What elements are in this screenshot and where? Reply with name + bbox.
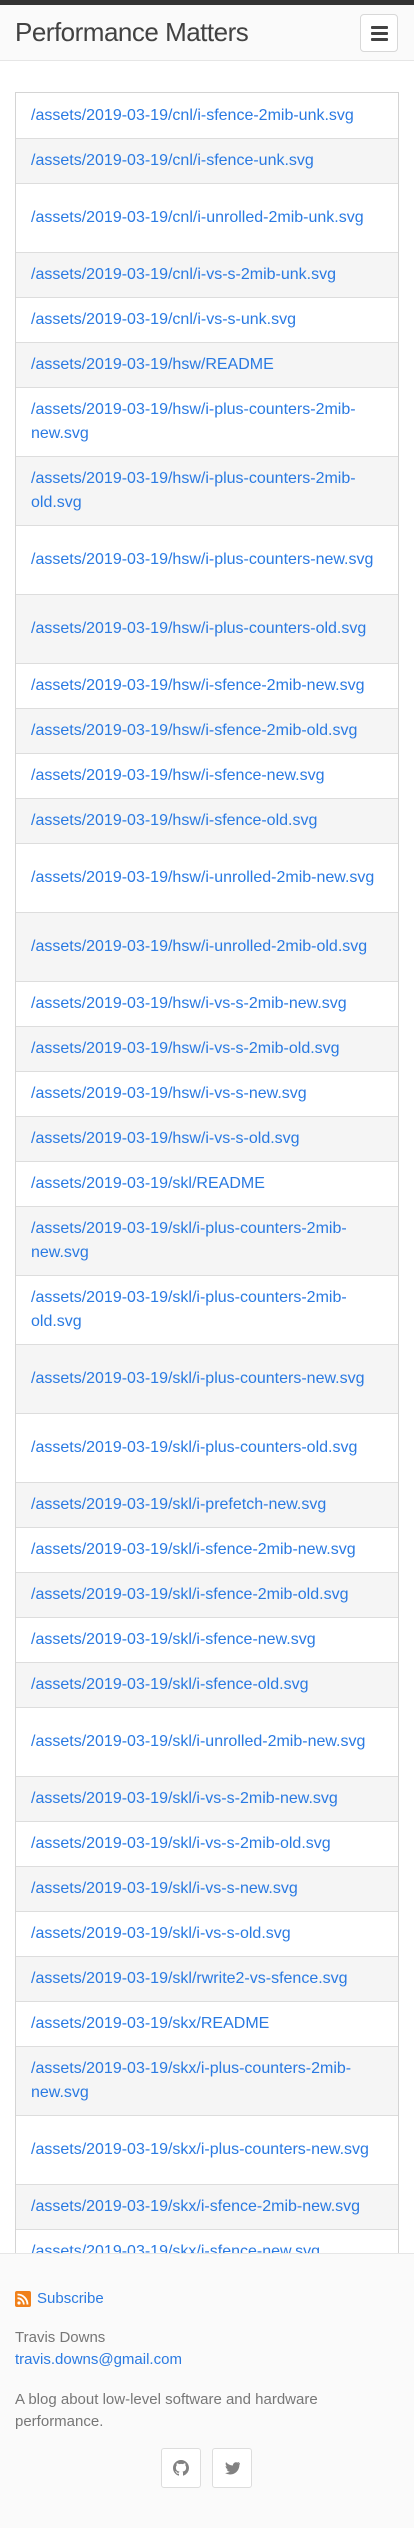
file-link[interactable]: /assets/2019-03-19/hsw/i-vs-s-2mib-old.s… [31,1037,340,1061]
file-link[interactable]: /assets/2019-03-19/skl/i-plus-counters-o… [31,1436,357,1460]
file-row: /assets/2019-03-19/hsw/i-vs-s-2mib-new.s… [16,981,398,1026]
file-link[interactable]: /assets/2019-03-19/hsw/i-sfence-2mib-new… [31,674,365,698]
file-row: /assets/2019-03-19/skl/README [16,1161,398,1206]
file-row: /assets/2019-03-19/hsw/i-sfence-new.svg [16,753,398,798]
file-row: /assets/2019-03-19/hsw/README [16,342,398,387]
file-row: /assets/2019-03-19/cnl/i-vs-s-2mib-unk.s… [16,252,398,297]
hamburger-icon-bar [371,38,388,41]
file-link[interactable]: /assets/2019-03-19/skl/i-vs-s-old.svg [31,1922,291,1946]
file-row: /assets/2019-03-19/hsw/i-vs-s-old.svg [16,1116,398,1161]
file-link[interactable]: /assets/2019-03-19/skl/i-vs-s-2mib-old.s… [31,1832,331,1856]
file-row: /assets/2019-03-19/skx/i-plus-counters-2… [16,2046,398,2115]
file-row: /assets/2019-03-19/skl/i-plus-counters-2… [16,1275,398,1344]
file-link[interactable]: /assets/2019-03-19/skl/i-sfence-old.svg [31,1673,308,1697]
file-list: /assets/2019-03-19/cnl/i-sfence-2mib-unk… [15,92,399,2434]
file-row: /assets/2019-03-19/skl/i-sfence-2mib-new… [16,1527,398,1572]
file-row: /assets/2019-03-19/hsw/i-plus-counters-2… [16,456,398,525]
file-row: /assets/2019-03-19/skl/i-plus-counters-o… [16,1413,398,1482]
author-name: Travis Downs [15,2329,106,2346]
file-link[interactable]: /assets/2019-03-19/hsw/i-plus-counters-n… [31,548,373,572]
file-row: /assets/2019-03-19/skl/i-vs-s-2mib-new.s… [16,1776,398,1821]
file-row: /assets/2019-03-19/skl/i-vs-s-new.svg [16,1866,398,1911]
twitter-button[interactable] [212,2448,252,2488]
file-link[interactable]: /assets/2019-03-19/hsw/i-sfence-old.svg [31,809,317,833]
github-button[interactable] [161,2448,201,2488]
file-row: /assets/2019-03-19/hsw/i-sfence-2mib-old… [16,708,398,753]
file-row: /assets/2019-03-19/skl/rwrite2-vs-sfence… [16,1956,398,2001]
file-link[interactable]: /assets/2019-03-19/skl/i-plus-counters-2… [31,1217,383,1265]
file-link[interactable]: /assets/2019-03-19/cnl/i-vs-s-2mib-unk.s… [31,263,336,287]
hamburger-icon-bar [371,32,388,35]
file-link[interactable]: /assets/2019-03-19/skx/README [31,2012,269,2036]
github-icon [173,2460,189,2476]
file-link[interactable]: /assets/2019-03-19/cnl/i-unrolled-2mib-u… [31,206,364,230]
subscribe-label[interactable]: Subscribe [37,2290,104,2307]
file-link[interactable]: /assets/2019-03-19/skl/i-vs-s-new.svg [31,1877,298,1901]
file-link[interactable]: /assets/2019-03-19/cnl/i-sfence-2mib-unk… [31,104,354,128]
file-link[interactable]: /assets/2019-03-19/skl/i-plus-counters-2… [31,1286,383,1334]
file-row: /assets/2019-03-19/hsw/i-vs-s-new.svg [16,1071,398,1116]
site-description: A blog about low-level software and hard… [15,2391,318,2430]
file-row: /assets/2019-03-19/hsw/i-unrolled-2mib-o… [16,912,398,981]
file-link[interactable]: /assets/2019-03-19/hsw/README [31,353,274,377]
file-row: /assets/2019-03-19/skl/i-sfence-old.svg [16,1662,398,1707]
hamburger-icon [371,26,388,29]
file-row: /assets/2019-03-19/skx/README [16,2001,398,2046]
file-row: /assets/2019-03-19/skl/i-vs-s-2mib-old.s… [16,1821,398,1866]
file-row: /assets/2019-03-19/skx/i-plus-counters-n… [16,2115,398,2184]
file-row: /assets/2019-03-19/skl/i-plus-counters-2… [16,1206,398,1275]
file-link[interactable]: /assets/2019-03-19/skl/README [31,1172,265,1196]
subscribe-link[interactable]: Subscribe [15,2290,104,2307]
file-link[interactable]: /assets/2019-03-19/skx/i-sfence-2mib-new… [31,2195,360,2219]
site-footer: Subscribe Travis Downs travis.downs@gmai… [0,2253,414,2528]
file-link[interactable]: /assets/2019-03-19/cnl/i-sfence-unk.svg [31,149,314,173]
file-link[interactable]: /assets/2019-03-19/hsw/i-sfence-new.svg [31,764,324,788]
file-link[interactable]: /assets/2019-03-19/skl/i-sfence-new.svg [31,1628,316,1652]
file-link[interactable]: /assets/2019-03-19/hsw/i-unrolled-2mib-n… [31,866,374,890]
file-row: /assets/2019-03-19/skl/i-unrolled-2mib-n… [16,1707,398,1776]
file-link[interactable]: /assets/2019-03-19/skl/i-plus-counters-n… [31,1367,365,1391]
rss-icon [15,2290,31,2307]
site-title[interactable]: Performance Matters [15,17,249,48]
file-link[interactable]: /assets/2019-03-19/hsw/i-vs-s-2mib-new.s… [31,992,347,1016]
file-link[interactable]: /assets/2019-03-19/hsw/i-sfence-2mib-old… [31,719,357,743]
file-row: /assets/2019-03-19/skx/i-sfence-2mib-new… [16,2184,398,2229]
file-row: /assets/2019-03-19/hsw/i-plus-counters-n… [16,525,398,594]
file-link[interactable]: /assets/2019-03-19/hsw/i-vs-s-new.svg [31,1082,307,1106]
site-header: Performance Matters [0,5,414,61]
file-row: /assets/2019-03-19/cnl/i-sfence-unk.svg [16,138,398,183]
file-link[interactable]: /assets/2019-03-19/hsw/i-unrolled-2mib-o… [31,935,367,959]
file-row: /assets/2019-03-19/skl/i-sfence-new.svg [16,1617,398,1662]
file-row: /assets/2019-03-19/skl/i-plus-counters-n… [16,1344,398,1413]
file-link[interactable]: /assets/2019-03-19/hsw/i-plus-counters-2… [31,398,383,446]
file-link[interactable]: /assets/2019-03-19/skl/i-sfence-2mib-old… [31,1583,348,1607]
file-link[interactable]: /assets/2019-03-19/hsw/i-plus-counters-2… [31,467,383,515]
twitter-icon [225,2461,240,2475]
file-link[interactable]: /assets/2019-03-19/skl/i-unrolled-2mib-n… [31,1730,365,1754]
menu-button[interactable] [360,14,398,52]
file-row: /assets/2019-03-19/cnl/i-sfence-2mib-unk… [16,93,398,138]
file-row: /assets/2019-03-19/hsw/i-vs-s-2mib-old.s… [16,1026,398,1071]
file-row: /assets/2019-03-19/hsw/i-plus-counters-2… [16,387,398,456]
file-link[interactable]: /assets/2019-03-19/skx/i-plus-counters-2… [31,2057,383,2105]
file-link[interactable]: /assets/2019-03-19/skl/i-prefetch-new.sv… [31,1493,326,1517]
file-row: /assets/2019-03-19/cnl/i-vs-s-unk.svg [16,297,398,342]
file-link[interactable]: /assets/2019-03-19/skl/rwrite2-vs-sfence… [31,1967,348,1991]
file-link[interactable]: /assets/2019-03-19/cnl/i-vs-s-unk.svg [31,308,296,332]
file-link[interactable]: /assets/2019-03-19/hsw/i-plus-counters-o… [31,617,366,641]
file-row: /assets/2019-03-19/hsw/i-unrolled-2mib-n… [16,843,398,912]
file-row: /assets/2019-03-19/hsw/i-plus-counters-o… [16,594,398,663]
file-row: /assets/2019-03-19/skl/i-vs-s-old.svg [16,1911,398,1956]
file-row: /assets/2019-03-19/cnl/i-unrolled-2mib-u… [16,183,398,252]
author-email-link[interactable]: travis.downs@gmail.com [15,2351,182,2368]
file-link[interactable]: /assets/2019-03-19/skl/i-vs-s-2mib-new.s… [31,1787,338,1811]
file-link[interactable]: /assets/2019-03-19/hsw/i-vs-s-old.svg [31,1127,300,1151]
file-row: /assets/2019-03-19/skl/i-sfence-2mib-old… [16,1572,398,1617]
file-link[interactable]: /assets/2019-03-19/skx/i-plus-counters-n… [31,2138,369,2162]
file-row: /assets/2019-03-19/hsw/i-sfence-2mib-new… [16,663,398,708]
file-link[interactable]: /assets/2019-03-19/skl/i-sfence-2mib-new… [31,1538,356,1562]
file-row: /assets/2019-03-19/skl/i-prefetch-new.sv… [16,1482,398,1527]
file-row: /assets/2019-03-19/hsw/i-sfence-old.svg [16,798,398,843]
